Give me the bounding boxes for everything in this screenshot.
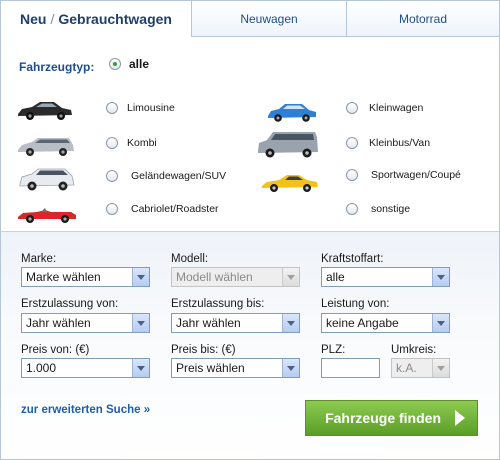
preis-bis-label: Preis bis: (€)	[171, 344, 236, 356]
chevron-down-icon[interactable]	[132, 314, 149, 332]
option-kleinbus-van[interactable]: Kleinbus/Van	[346, 137, 430, 149]
label-cabriolet: Cabriolet/Roadster	[131, 203, 219, 215]
convertible-icon	[18, 208, 76, 223]
chevron-down-icon[interactable]	[282, 314, 299, 332]
plz-input[interactable]	[321, 358, 380, 378]
leistung-value: keine Angabe	[326, 316, 399, 330]
tab-neuwagen[interactable]: Neuwagen	[191, 1, 346, 37]
radio-limousine[interactable]	[106, 102, 118, 114]
preis-bis-value: Preis wählen	[176, 361, 245, 375]
leistung-select[interactable]: keine Angabe	[321, 313, 450, 333]
modell-label: Modell:	[171, 253, 209, 265]
radio-kleinbus-van[interactable]	[346, 137, 358, 149]
sports-car-icon	[262, 175, 318, 192]
tab-label-neu: Neu	[20, 11, 47, 27]
ez-bis-label: Erstzulassung bis:	[171, 298, 265, 310]
plz-label: PLZ:	[321, 344, 346, 356]
label-suv: Geländewagen/SUV	[131, 170, 227, 182]
radio-kombi[interactable]	[106, 137, 118, 149]
van-icon	[258, 132, 318, 158]
vehicle-type-label: Fahrzeugtyp:	[19, 60, 95, 74]
preis-von-label: Preis von: (€)	[21, 344, 90, 356]
umkreis-select[interactable]: k.A.	[391, 358, 450, 378]
radio-kleinwagen[interactable]	[346, 102, 358, 114]
marke-value: Marke wählen	[26, 270, 101, 284]
marke-label: Marke:	[21, 253, 57, 265]
small-car-icon	[268, 104, 316, 122]
label-sonstige: sonstige	[371, 203, 411, 215]
option-sportwagen[interactable]: Sportwagen/Coupé	[346, 169, 461, 181]
chevron-down-icon[interactable]	[432, 359, 449, 377]
kraftstoff-value: alle	[326, 270, 345, 284]
extended-search-link[interactable]: zur erweiterten Suche »	[21, 404, 150, 416]
tab-neu-gebrauchtwagen[interactable]: Neu / Gebrauchtwagen	[1, 1, 191, 37]
tab-label-gebrauchtwagen: Gebrauchtwagen	[58, 11, 172, 27]
play-arrow-icon	[455, 410, 465, 426]
option-suv[interactable]: Geländewagen/SUV	[106, 170, 226, 182]
vehicle-type-all-option[interactable]: alle	[109, 57, 149, 71]
tab-bar: Neu / Gebrauchtwagen Neuwagen Motorrad	[1, 1, 499, 38]
ez-von-label: Erstzulassung von:	[21, 298, 119, 310]
label-kombi: Kombi	[127, 137, 157, 149]
ez-von-select[interactable]: Jahr wählen	[21, 313, 150, 333]
preis-bis-select[interactable]: Preis wählen	[171, 358, 300, 378]
umkreis-label: Umkreis:	[391, 344, 437, 356]
chevron-down-icon[interactable]	[432, 268, 449, 286]
preis-von-value: 1.000	[26, 361, 57, 375]
find-vehicles-button[interactable]: Fahrzeuge finden	[305, 400, 478, 436]
sedan-car-icon	[18, 102, 72, 120]
chevron-down-icon[interactable]	[282, 268, 299, 286]
label-kleinbus-van: Kleinbus/Van	[369, 137, 431, 149]
option-limousine[interactable]: Limousine	[106, 102, 175, 114]
search-widget: Neu / Gebrauchtwagen Neuwagen Motorrad F…	[0, 0, 500, 460]
label-limousine: Limousine	[127, 102, 175, 114]
radio-all[interactable]	[109, 58, 121, 70]
umkreis-value: k.A.	[396, 361, 417, 375]
radio-suv[interactable]	[106, 170, 118, 182]
radio-sonstige[interactable]	[346, 203, 358, 215]
option-sonstige[interactable]: sonstige	[346, 203, 410, 215]
modell-value: Modell wählen	[176, 270, 253, 284]
tab-separator: /	[50, 11, 55, 27]
station-wagon-icon	[18, 138, 74, 156]
option-kleinwagen[interactable]: Kleinwagen	[346, 102, 423, 114]
chevron-down-icon[interactable]	[132, 268, 149, 286]
modell-select[interactable]: Modell wählen	[171, 267, 300, 287]
vehicle-type-section: Fahrzeugtyp: alle Limousine Kombi Geländ…	[1, 38, 499, 231]
leistung-label: Leistung von:	[321, 298, 390, 310]
ez-bis-value: Jahr wählen	[176, 316, 241, 330]
kraftstoff-label: Kraftstoffart:	[321, 253, 384, 265]
radio-cabriolet[interactable]	[106, 203, 118, 215]
chevron-down-icon[interactable]	[282, 359, 299, 377]
label-sportwagen: Sportwagen/Coupé	[371, 169, 461, 181]
preis-von-select[interactable]: 1.000	[21, 358, 150, 378]
radio-all-label: alle	[129, 57, 150, 71]
chevron-down-icon[interactable]	[432, 314, 449, 332]
suv-icon	[19, 168, 75, 191]
ez-von-value: Jahr wählen	[26, 316, 91, 330]
filter-section: Marke: Marke wählen Modell: Modell wähle…	[1, 232, 499, 459]
radio-sportwagen[interactable]	[346, 169, 358, 181]
option-cabriolet[interactable]: Cabriolet/Roadster	[106, 203, 219, 215]
marke-select[interactable]: Marke wählen	[21, 267, 150, 287]
option-kombi[interactable]: Kombi	[106, 137, 157, 149]
find-vehicles-label: Fahrzeuge finden	[325, 410, 441, 426]
tab-motorrad[interactable]: Motorrad	[346, 1, 499, 37]
ez-bis-select[interactable]: Jahr wählen	[171, 313, 300, 333]
label-kleinwagen: Kleinwagen	[369, 102, 424, 114]
chevron-down-icon[interactable]	[132, 359, 149, 377]
kraftstoff-select[interactable]: alle	[321, 267, 450, 287]
